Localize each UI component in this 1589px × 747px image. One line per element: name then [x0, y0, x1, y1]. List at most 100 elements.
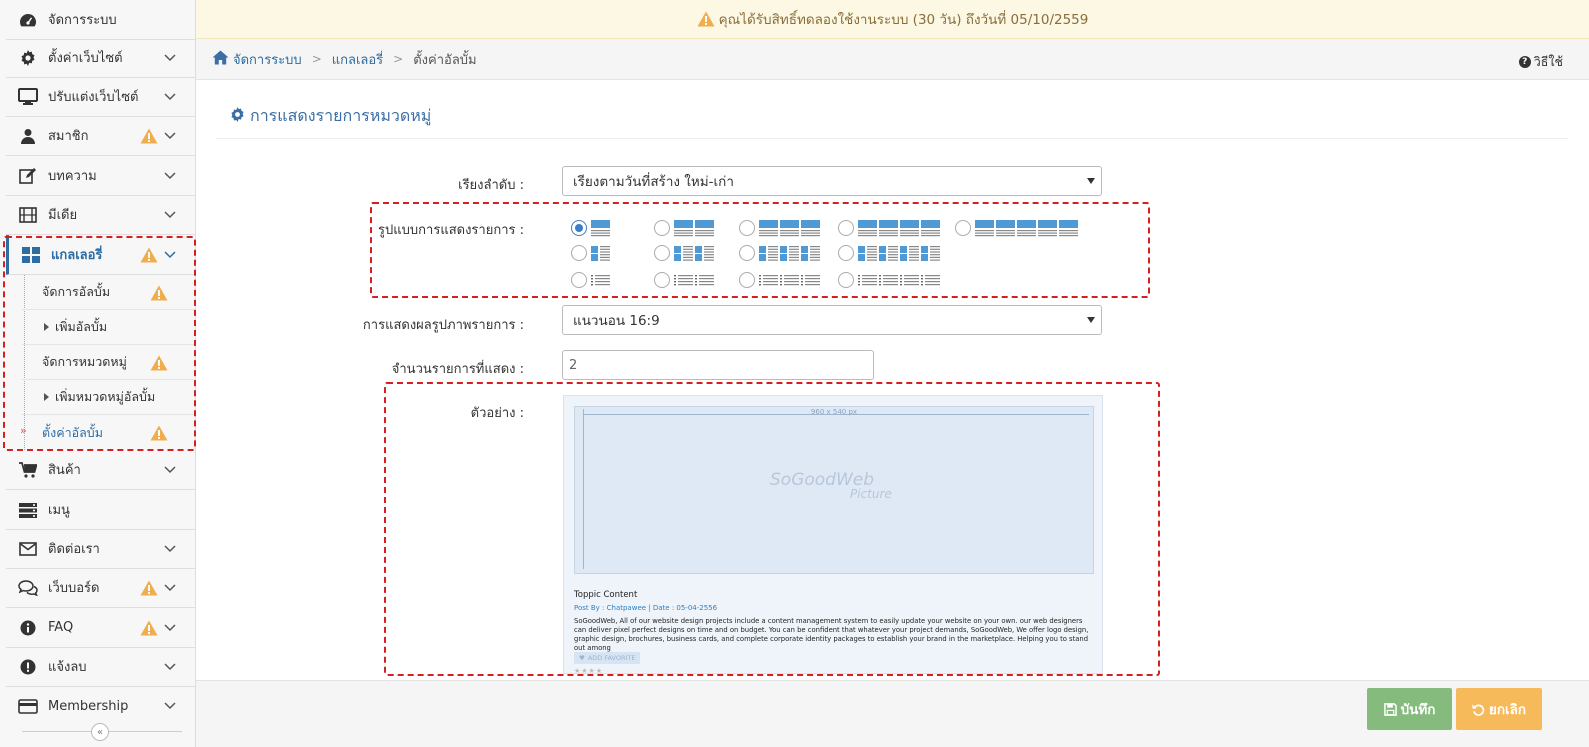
layout-radio[interactable] [955, 220, 971, 236]
layout-thumbnail-icon [674, 220, 714, 237]
layout-radio[interactable] [838, 220, 854, 236]
count-input-value: 2 [569, 357, 578, 373]
layout-thumbnail-icon [591, 246, 610, 261]
image-display-select[interactable]: แนวนอน 16:9 [562, 305, 1102, 335]
sidebar-item-membership[interactable]: Membership [6, 686, 195, 726]
gear-icon [230, 107, 245, 126]
breadcrumb-current: ตั้งค่าอัลบั้ม [413, 52, 477, 68]
warning-icon [140, 580, 158, 600]
layout-radio[interactable] [571, 245, 587, 261]
comments-icon [18, 578, 38, 598]
help-link[interactable]: ? วิธีใช้ [1518, 52, 1563, 72]
layout-radio[interactable] [838, 245, 854, 261]
envelope-icon [18, 539, 38, 559]
chevron-down-icon [164, 542, 176, 557]
warning-icon [140, 620, 158, 640]
home-icon[interactable] [212, 50, 229, 69]
layout-thumbnail-icon [674, 246, 714, 261]
layout-option[interactable] [838, 244, 940, 262]
sidebar-item-report[interactable]: แจ้งลบ [6, 647, 195, 687]
breadcrumb-gallery-link[interactable]: แกลเลอรี่ [332, 49, 383, 70]
undo-icon [1472, 703, 1485, 716]
sidebar-item-webboard[interactable]: เว็บบอร์ด [6, 568, 195, 608]
layout-thumbnail-icon [591, 275, 610, 286]
layout-option[interactable] [739, 271, 820, 289]
layout-option[interactable] [571, 271, 610, 289]
cart-icon [18, 460, 38, 480]
warning-icon [697, 11, 715, 27]
sidebar-item-contact[interactable]: ติดต่อเรา [6, 529, 195, 569]
chevron-down-icon [164, 463, 176, 478]
layout-radio[interactable] [571, 220, 587, 236]
sidebar-item-dashboard[interactable]: จัดการระบบ [6, 0, 195, 40]
trial-banner: คุณได้รับสิทธิ์ทดลองใช้งานระบบ (30 วัน) … [196, 0, 1589, 39]
layout-radio[interactable] [571, 272, 587, 288]
layout-option[interactable] [654, 244, 714, 262]
sidebar-item-products[interactable]: สินค้า [6, 450, 195, 490]
sidebar-item-customize[interactable]: ปรับแต่งเว็บไซต์ [6, 77, 195, 117]
layout-option[interactable] [838, 271, 940, 289]
preview-watermark-sub: Picture [850, 487, 892, 501]
caret-down-icon [1087, 317, 1095, 323]
sidebar: จัดการระบบ ตั้งค่าเว็บไซต์ ปรับแต่งเว็บไ… [0, 0, 196, 747]
breadcrumb-separator: > [393, 52, 404, 66]
layout-option[interactable] [654, 219, 714, 237]
sidebar-item-members[interactable]: สมาชิก [6, 116, 195, 156]
sort-select[interactable]: เรียงตามวันที่สร้าง ใหม่-เก่า [562, 166, 1102, 196]
layout-thumbnail-icon [858, 275, 940, 286]
layout-option[interactable] [838, 219, 940, 237]
form-footer: บันทึก ยกเลิก [196, 680, 1589, 747]
divider [216, 138, 1568, 139]
main-content: การแสดงรายการหมวดหมู่ เรียงลำดับ : เรียง… [196, 80, 1589, 680]
section-title: การแสดงรายการหมวดหมู่ [230, 104, 431, 129]
cancel-button[interactable]: ยกเลิก [1456, 688, 1542, 730]
chevron-down-icon [164, 581, 176, 596]
save-button[interactable]: บันทึก [1367, 688, 1452, 730]
sort-select-value: เรียงตามวันที่สร้าง ใหม่-เก่า [573, 174, 734, 190]
chevron-down-icon [164, 51, 176, 66]
collapse-sidebar-button[interactable]: « [91, 723, 109, 741]
floppy-disk-icon [1383, 702, 1397, 716]
layout-radio[interactable] [654, 272, 670, 288]
layout-option[interactable] [739, 219, 820, 237]
sidebar-item-media[interactable]: มีเดีย [6, 195, 195, 235]
sort-label: เรียงลำดับ : [458, 178, 524, 193]
breadcrumb-home-link[interactable]: จัดการระบบ [233, 49, 302, 70]
user-icon [18, 126, 38, 146]
preview-title: Toppic Content [574, 590, 638, 600]
layout-radio[interactable] [654, 220, 670, 236]
layout-option[interactable] [955, 219, 1078, 237]
sidebar-item-faq[interactable]: FAQ [6, 608, 195, 648]
layout-thumbnail-icon [975, 220, 1078, 237]
preview-meta: Post By : Chatpawee | Date : 05-04-2556 [574, 604, 718, 612]
sidebar-item-articles[interactable]: บทความ [6, 156, 195, 196]
image-display-label: การแสดงผลรูปภาพรายการ : [362, 318, 524, 333]
layout-thumbnail-icon [674, 275, 714, 286]
preview-favorite-button: ♥ ADD FAVORITE [574, 652, 641, 664]
chevron-down-icon [164, 208, 176, 223]
layout-option[interactable] [654, 271, 714, 289]
layout-option[interactable] [739, 244, 820, 262]
sidebar-item-website-settings[interactable]: ตั้งค่าเว็บไซต์ [6, 38, 195, 78]
layout-thumbnail-icon [759, 246, 820, 261]
dimension-line [583, 409, 584, 569]
credit-card-icon [18, 696, 38, 716]
layout-option[interactable] [571, 244, 610, 262]
preview-image-placeholder: 960 x 540 px SoGoodWeb Picture [574, 406, 1094, 574]
layout-radio[interactable] [739, 272, 755, 288]
count-input[interactable]: 2 [562, 350, 874, 380]
layout-radio[interactable] [838, 272, 854, 288]
sidebar-item-label: จัดการระบบ [48, 13, 117, 28]
layout-radio[interactable] [739, 245, 755, 261]
layout-radio[interactable] [654, 245, 670, 261]
heart-icon: ♥ [579, 654, 585, 662]
chevron-down-icon [164, 699, 176, 714]
sidebar-item-menu[interactable]: เมนู [6, 490, 195, 530]
chevron-down-icon [164, 621, 176, 636]
layout-radio[interactable] [739, 220, 755, 236]
film-icon [18, 205, 38, 225]
layout-thumbnail-icon [759, 220, 820, 237]
chevron-down-icon [164, 660, 176, 675]
preview-rating: ★★★★ [574, 667, 604, 674]
layout-option[interactable] [571, 219, 610, 237]
